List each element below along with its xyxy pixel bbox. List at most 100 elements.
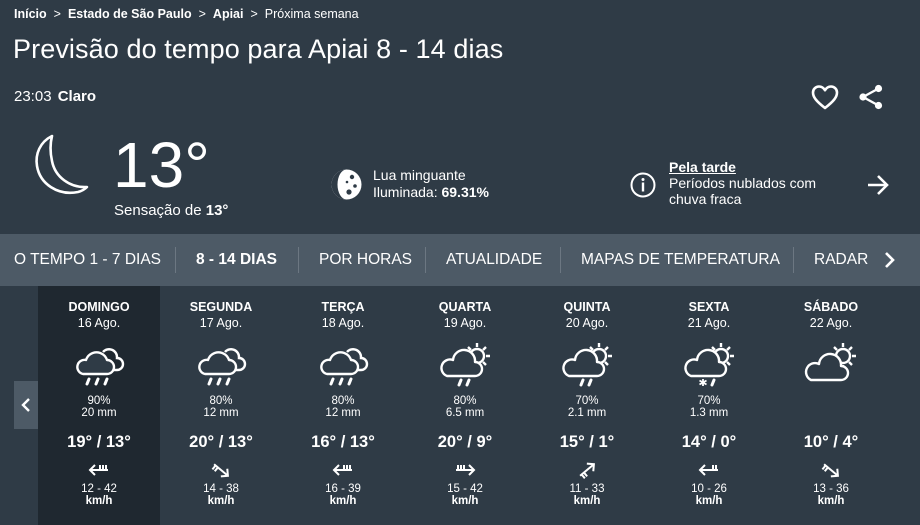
current-status: 23:03 Claro: [14, 88, 96, 105]
tabs-scroll-right-button[interactable]: [868, 234, 920, 286]
wind-arrow-icon: [211, 463, 229, 478]
day-date: 19 Ago.: [443, 316, 487, 330]
wind-unit: km/h: [695, 495, 723, 507]
current-conditions-panel: Início > Estado de São Paulo > Apiai > P…: [0, 0, 920, 234]
precip-probability: 70%: [697, 395, 721, 407]
day-card[interactable]: QUINTA 20 Ago. 70% 2.1 mm 15° / 1° 11 - …: [526, 286, 648, 525]
tab-8-14-dias[interactable]: 8 - 14 DIAS: [196, 234, 277, 286]
wind-arrow-icon: [579, 462, 595, 479]
breadcrumb-separator: >: [198, 7, 206, 21]
temp-range: 19° / 13°: [67, 433, 131, 451]
wind-speed: 16 - 39: [325, 483, 361, 495]
cloud-rain-icon: [198, 348, 247, 386]
afternoon-next-button[interactable]: [864, 172, 892, 198]
day-name: QUARTA: [438, 300, 492, 314]
days-scroll-left-button[interactable]: [14, 381, 38, 429]
sun-cloud-rain-icon: [440, 343, 490, 387]
share-button[interactable]: [857, 83, 885, 111]
precip-amount: 2.1 mm: [567, 407, 607, 419]
afternoon-forecast-link[interactable]: Pela tarde: [669, 159, 849, 175]
day-name: SEXTA: [688, 300, 730, 314]
precip-probability: 70%: [575, 395, 599, 407]
day-date: 22 Ago.: [809, 316, 853, 330]
sun-cloud-sleet-icon: [684, 343, 734, 387]
precip-amount: 12 mm: [325, 407, 361, 419]
precip-probability: 80%: [453, 395, 477, 407]
temp-range: 10° / 4°: [803, 433, 859, 451]
arrow-right-icon: [868, 175, 889, 195]
current-condition: Claro: [57, 88, 97, 105]
precip-amount: 12 mm: [203, 407, 239, 419]
precip-probability: 80%: [331, 395, 355, 407]
current-time: 23:03: [14, 88, 52, 105]
heart-icon: [811, 85, 839, 110]
day-card[interactable]: TERÇA 18 Ago. 80% 12 mm 16° / 13° 16 - 3…: [282, 286, 404, 525]
wind-arrow-icon: [456, 464, 476, 476]
wind-speed: 14 - 38: [203, 483, 239, 495]
chevron-right-icon: [885, 252, 895, 268]
precip-amount: 20 mm: [81, 407, 117, 419]
day-card[interactable]: SÁBADO 22 Ago. 10° / 4° 13 - 36 km/h: [770, 286, 892, 525]
wind-arrow-icon: [698, 464, 718, 476]
sun-cloud-rain-icon: [562, 343, 612, 387]
precip-probability: 80%: [209, 395, 233, 407]
breadcrumb-state[interactable]: Estado de São Paulo: [68, 7, 192, 21]
cloud-rain-icon: [320, 348, 369, 386]
temp-range: 20° / 13°: [189, 433, 253, 451]
tab-radar[interactable]: RADAR: [814, 234, 868, 286]
breadcrumb-separator: >: [53, 7, 61, 21]
wind-speed: 11 - 33: [569, 483, 605, 495]
day-name: SEGUNDA: [189, 300, 253, 314]
wind-unit: km/h: [817, 495, 845, 507]
moon-illuminated-value: 69.31%: [441, 184, 489, 200]
breadcrumb-separator: >: [250, 7, 258, 21]
day-date: 17 Ago.: [199, 316, 243, 330]
afternoon-forecast-text: Períodos nublados com chuva fraca: [669, 175, 817, 207]
breadcrumb: Início > Estado de São Paulo > Apiai > P…: [14, 7, 359, 21]
wind-unit: km/h: [573, 495, 601, 507]
afternoon-forecast: Pela tarde Períodos nublados com chuva f…: [669, 159, 849, 207]
wind-speed: 15 - 42: [447, 483, 483, 495]
tab-1-7-dias[interactable]: O TEMPO 1 - 7 DIAS: [14, 234, 161, 286]
precip-amount: 6.5 mm: [445, 407, 485, 419]
tab-mapas-de-temperatura[interactable]: MAPAS DE TEMPERATURA: [581, 234, 780, 286]
precip-probability: 90%: [87, 395, 111, 407]
wind-arrow-icon: [332, 464, 352, 476]
chevron-left-icon: [21, 398, 30, 412]
wind-arrow-icon: [88, 464, 108, 476]
breadcrumb-city[interactable]: Apiai: [213, 7, 244, 21]
day-name: DOMINGO: [68, 300, 130, 314]
day-card[interactable]: DOMINGO 16 Ago. 90% 20 mm 19° / 13° 12 -…: [38, 286, 160, 525]
info-icon: [630, 172, 656, 198]
wind-speed: 10 - 26: [691, 483, 727, 495]
day-date: 16 Ago.: [77, 316, 121, 330]
moon-phase-info: Lua minguante Iluminada: 69.31%: [373, 167, 489, 201]
tab-divider: [425, 247, 426, 273]
moon-phase-name: Lua minguante: [373, 167, 466, 183]
share-icon: [859, 84, 883, 110]
favorite-button[interactable]: [810, 83, 840, 111]
current-temperature: 13°: [113, 129, 210, 201]
tab-por-horas[interactable]: POR HORAS: [319, 234, 412, 286]
forecast-tabs: O TEMPO 1 - 7 DIAS 8 - 14 DIAS POR HORAS…: [0, 234, 920, 286]
wind-arrow-icon: [821, 463, 839, 478]
day-name: TERÇA: [321, 300, 365, 314]
day-card[interactable]: SEGUNDA 17 Ago. 80% 12 mm 20° / 13° 14 -…: [160, 286, 282, 525]
page-title: Previsão do tempo para Apiai 8 - 14 dias: [13, 34, 504, 64]
breadcrumb-home[interactable]: Início: [14, 7, 47, 21]
feels-like: Sensação de 13°: [114, 202, 228, 219]
day-date: 20 Ago.: [565, 316, 609, 330]
tab-atualidade[interactable]: ATUALIDADE: [446, 234, 542, 286]
feels-like-label: Sensação de: [114, 202, 202, 219]
temp-range: 16° / 13°: [311, 433, 375, 451]
breadcrumb-current: Próxima semana: [264, 7, 359, 21]
moon-illuminated-label: Iluminada:: [373, 184, 438, 200]
wind-unit: km/h: [85, 495, 113, 507]
day-date: 18 Ago.: [321, 316, 365, 330]
day-card[interactable]: QUARTA 19 Ago. 80% 6.5 mm 20° / 9° 15 - …: [404, 286, 526, 525]
day-card[interactable]: SEXTA 21 Ago. 70% 1.3 mm 14° / 0° 10 - 2…: [648, 286, 770, 525]
wind-unit: km/h: [451, 495, 479, 507]
tab-divider: [793, 247, 794, 273]
temp-range: 14° / 0°: [681, 433, 737, 451]
tab-divider: [560, 247, 561, 273]
